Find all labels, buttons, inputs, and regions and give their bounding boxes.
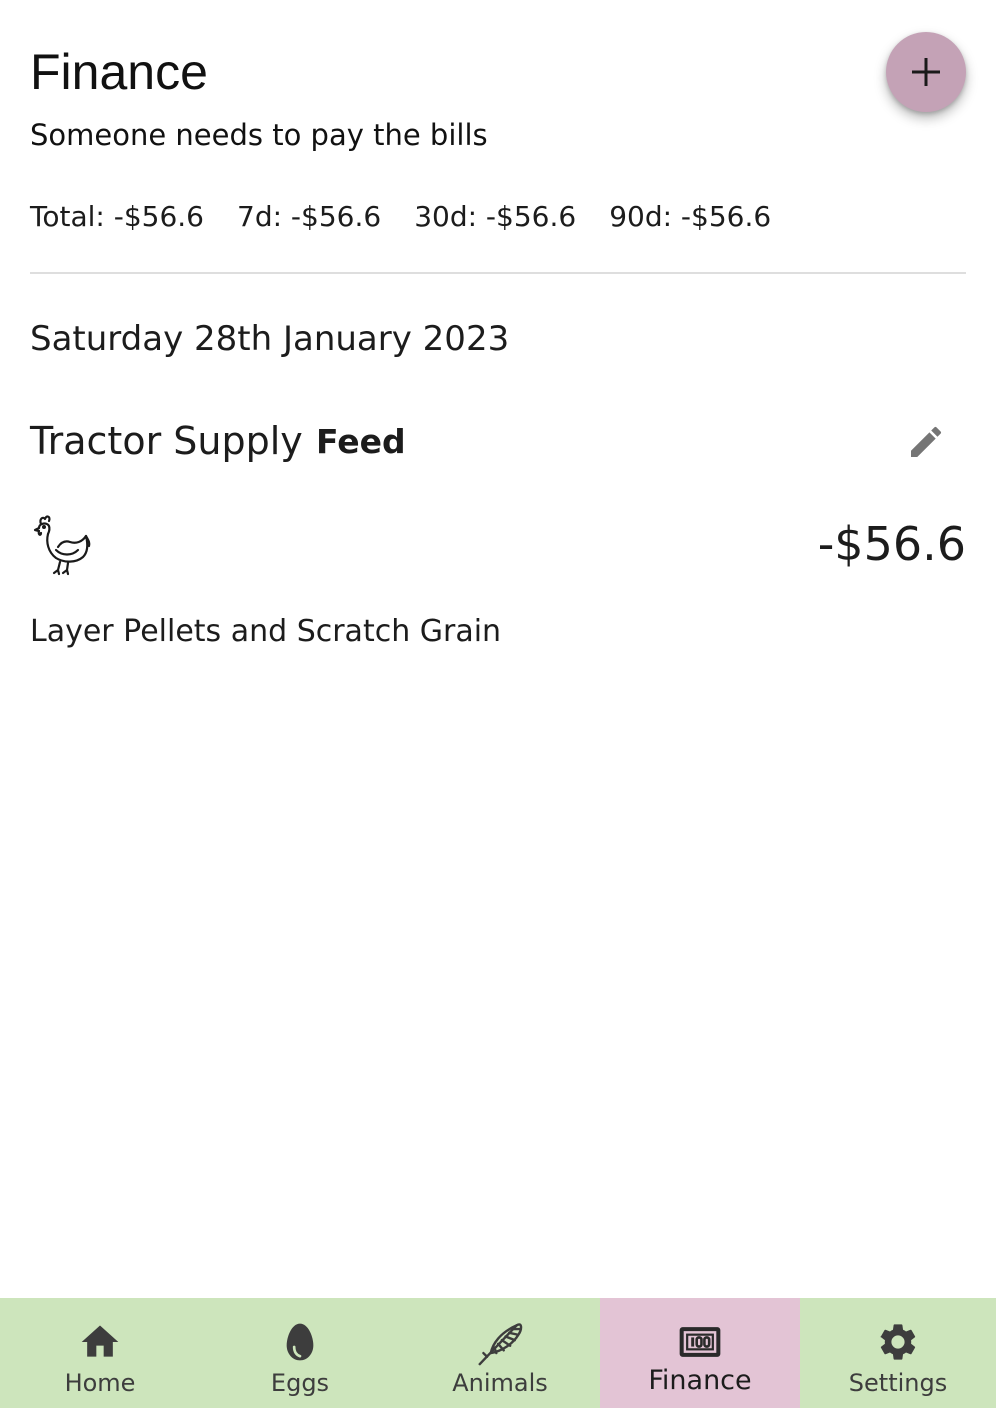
feather-icon (476, 1318, 524, 1366)
totals-summary: Total: -$56.6 7d: -$56.6 30d: -$56.6 90d… (30, 198, 771, 236)
total-7d: 7d: -$56.6 (237, 200, 382, 233)
nav-settings[interactable]: Settings (800, 1298, 996, 1408)
plus-icon (912, 58, 940, 86)
gear-icon (874, 1318, 922, 1366)
total-all: Total: -$56.6 (30, 200, 204, 233)
home-icon (76, 1318, 124, 1366)
egg-icon (276, 1318, 324, 1366)
money-icon (676, 1318, 724, 1366)
page-subtitle: Someone needs to pay the bills (30, 118, 488, 152)
add-transaction-button[interactable] (886, 32, 966, 112)
entry-amount: -$56.6 (817, 517, 966, 571)
nav-home[interactable]: Home (0, 1298, 200, 1408)
entry-category: Feed (316, 422, 406, 461)
total-30d: 30d: -$56.6 (414, 200, 577, 233)
entry-vendor: Tractor Supply (30, 419, 303, 463)
nav-animals-label: Animals (452, 1369, 548, 1397)
pencil-icon (911, 426, 942, 457)
edit-entry-button[interactable] (900, 416, 952, 468)
nav-eggs[interactable]: Eggs (200, 1298, 400, 1408)
nav-settings-label: Settings (848, 1369, 948, 1397)
chicken-icon (30, 512, 92, 576)
nav-finance[interactable]: Finance (600, 1298, 800, 1408)
divider (30, 272, 966, 274)
page-title: Finance (30, 44, 208, 100)
nav-animals[interactable]: Animals (400, 1298, 600, 1408)
entry-notes: Layer Pellets and Scratch Grain (30, 614, 502, 649)
nav-eggs-label: Eggs (270, 1369, 330, 1397)
nav-finance-label: Finance (648, 1365, 752, 1396)
bottom-navigation: Home Eggs Animals Finance Settings (0, 1298, 996, 1408)
nav-home-label: Home (64, 1369, 136, 1397)
date-heading: Saturday 28th January 2023 (30, 319, 510, 359)
total-90d: 90d: -$56.6 (609, 200, 772, 233)
